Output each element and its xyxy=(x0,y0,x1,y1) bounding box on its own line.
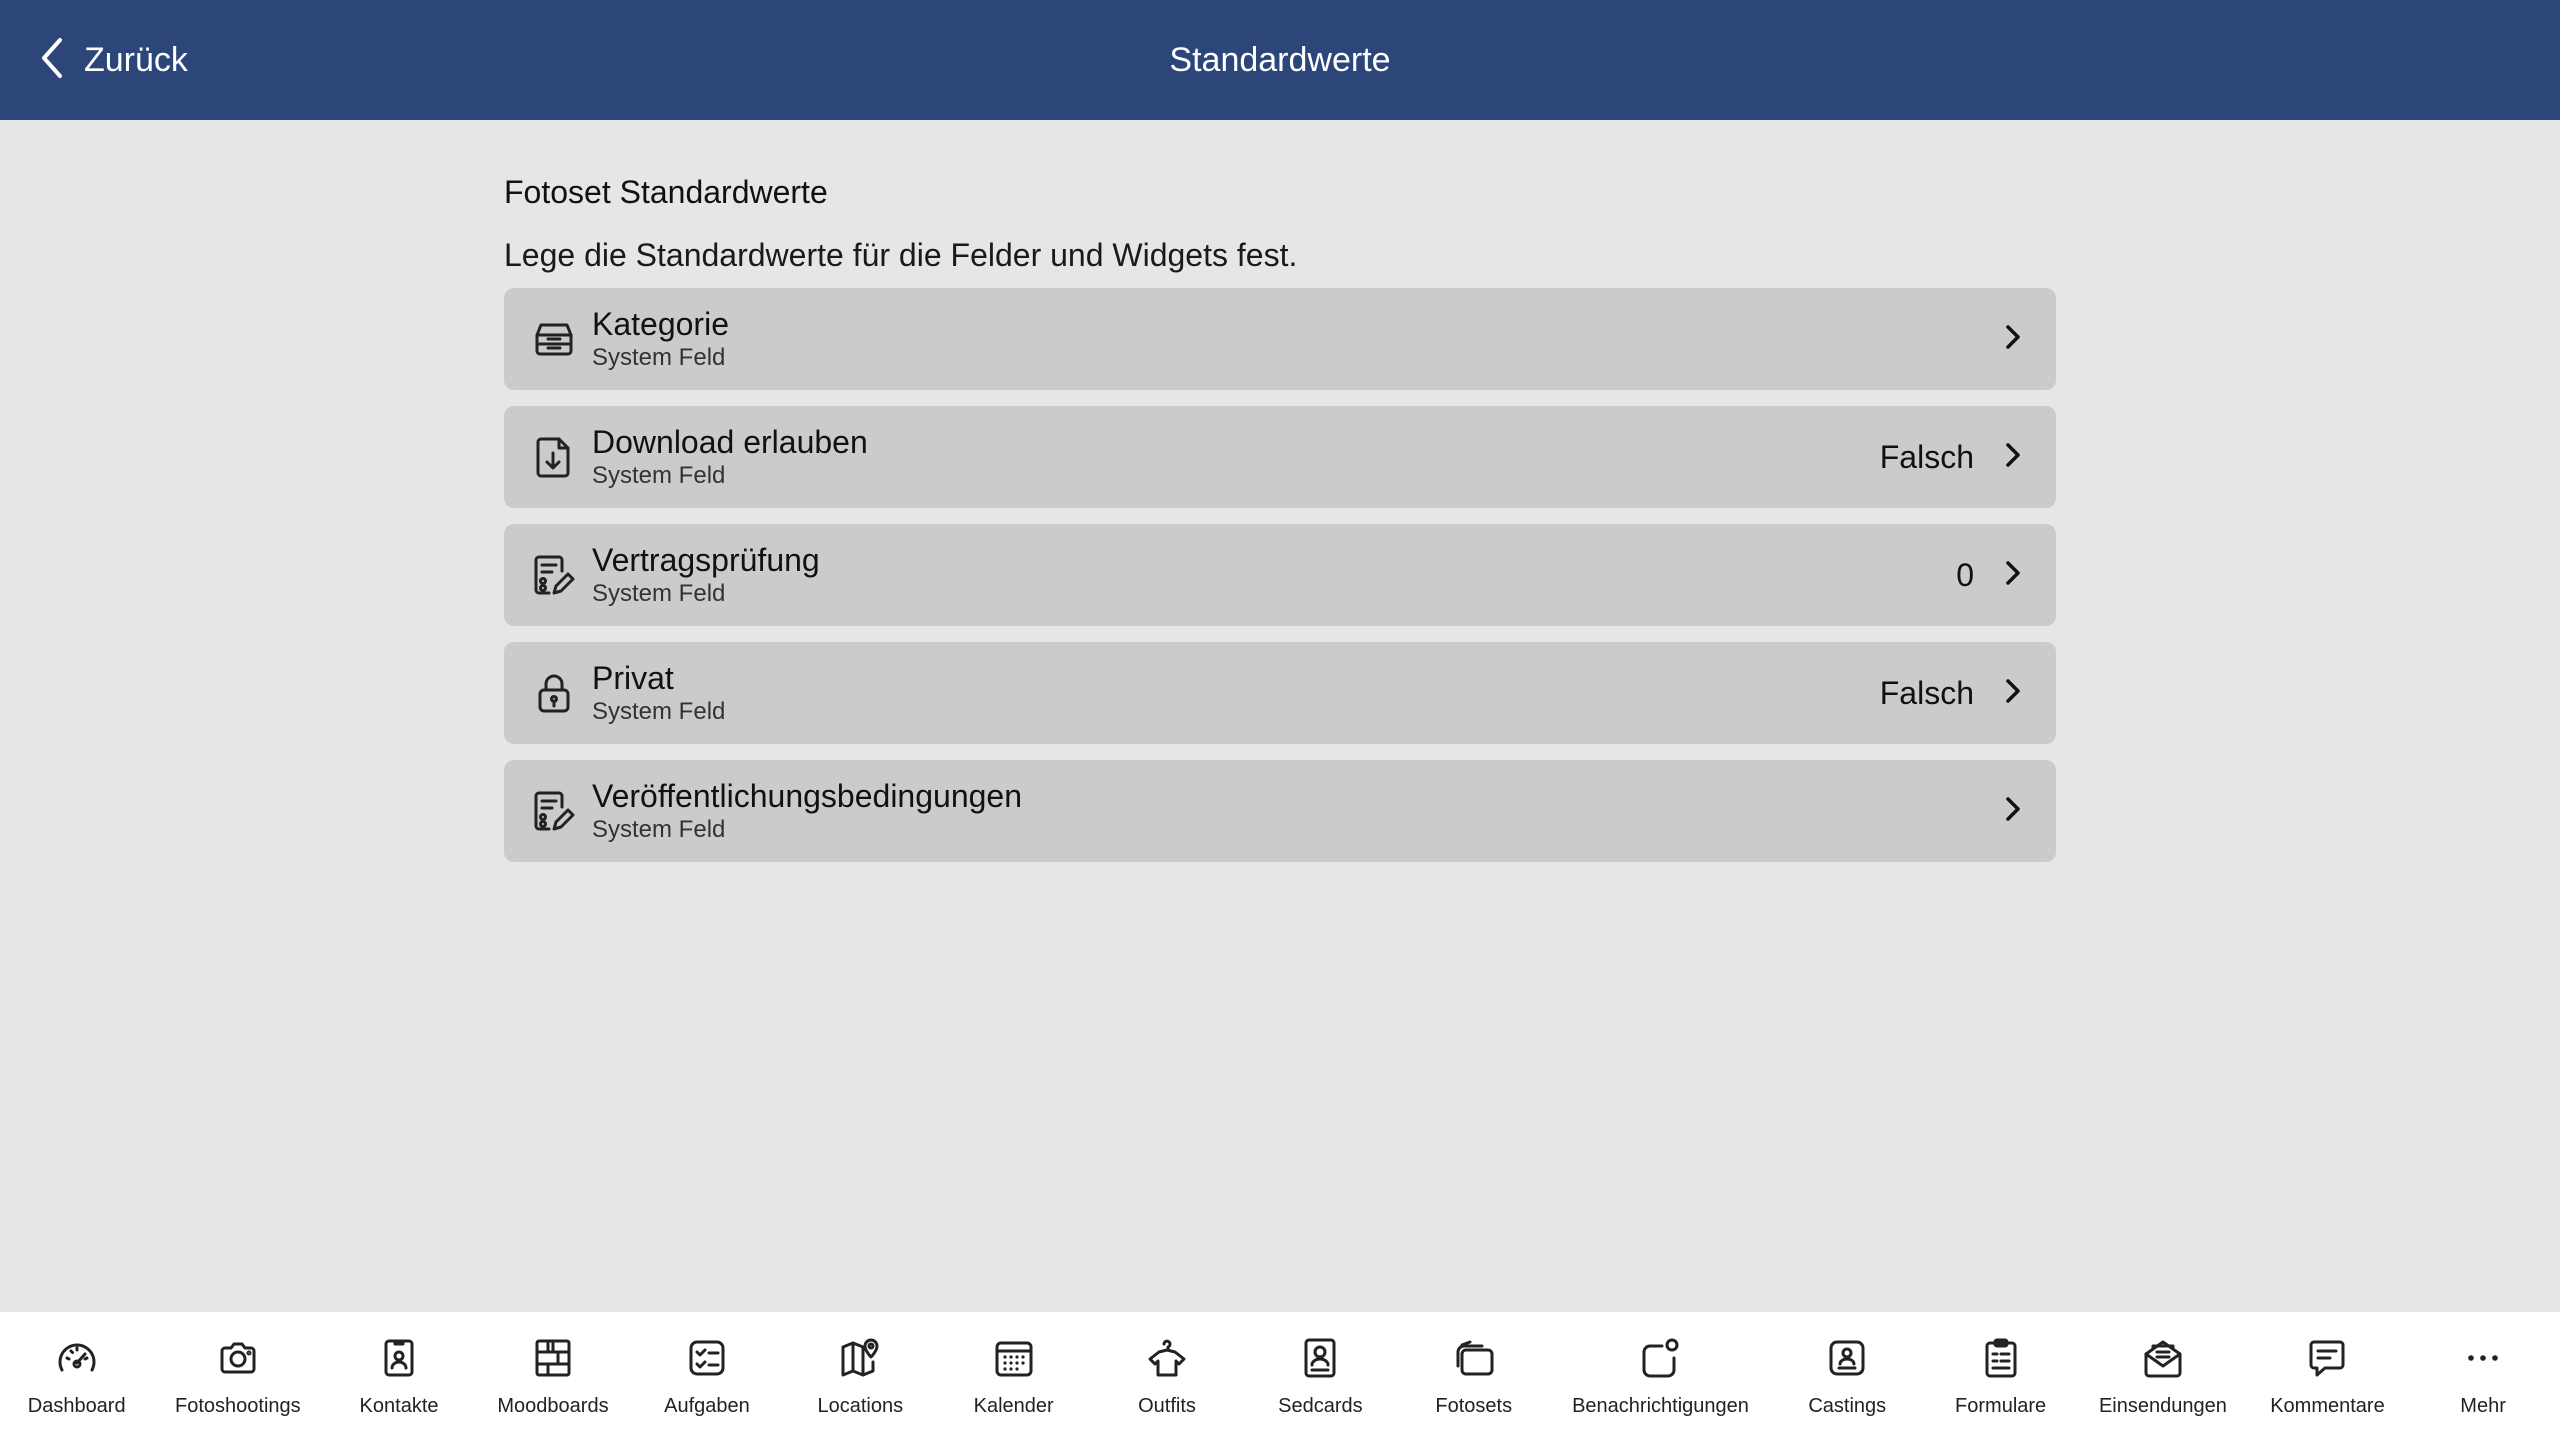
row-right: Falsch xyxy=(1880,642,2022,744)
moodboard-grid-icon xyxy=(531,1336,575,1385)
row-title: Download erlauben xyxy=(592,424,868,460)
row-right xyxy=(2004,760,2022,862)
tab-locations[interactable]: Locations xyxy=(805,1312,915,1418)
row-privat[interactable]: Privat System Feld Falsch xyxy=(504,642,2056,744)
tab-formulare[interactable]: Formulare xyxy=(1946,1312,2056,1418)
back-button[interactable]: Zurück xyxy=(36,30,188,90)
chevron-right-icon xyxy=(2004,323,2022,356)
row-subtitle: System Feld xyxy=(592,698,726,725)
inbox-stack-icon xyxy=(530,315,578,363)
row-title: Veröffentlichungsbedingungen xyxy=(592,778,1022,814)
document-edit-icon xyxy=(530,787,578,835)
tab-aufgaben[interactable]: Aufgaben xyxy=(652,1312,762,1418)
tab-label: Moodboards xyxy=(497,1395,609,1417)
tab-label: Kontakte xyxy=(359,1395,439,1417)
calendar-icon xyxy=(992,1336,1036,1385)
chevron-right-icon xyxy=(2004,795,2022,828)
tab-label: Benachrichtigungen xyxy=(1572,1395,1749,1417)
section-description: Lege die Standardwerte für die Felder un… xyxy=(504,237,1298,273)
row-value: Falsch xyxy=(1879,674,1974,711)
tab-label: Fotoshootings xyxy=(175,1395,301,1417)
row-veroeffentlichungsbedingungen[interactable]: Veröffentlichungsbedingungen System Feld xyxy=(504,760,2056,862)
mail-open-icon xyxy=(2141,1336,2185,1385)
row-text: Download erlauben System Feld xyxy=(592,423,868,491)
speedometer-icon xyxy=(55,1336,99,1385)
tab-kommentare[interactable]: Kommentare xyxy=(2270,1312,2385,1418)
tab-label: Castings xyxy=(1808,1395,1887,1417)
chevron-left-icon xyxy=(36,36,70,85)
row-download-erlauben[interactable]: Download erlauben System Feld Falsch xyxy=(504,406,2056,508)
tab-label: Dashboard xyxy=(27,1395,126,1417)
tab-label: Formulare xyxy=(1955,1395,2047,1417)
tab-mehr[interactable]: Mehr xyxy=(2428,1312,2538,1418)
row-subtitle: System Feld xyxy=(592,344,726,371)
clipboard-form-icon xyxy=(1979,1336,2023,1385)
tab-kontakte[interactable]: Kontakte xyxy=(344,1312,454,1418)
chevron-right-icon xyxy=(2004,441,2022,474)
map-pin-icon xyxy=(838,1336,882,1385)
top-navigation-bar: Zurück Standardwerte xyxy=(0,0,2560,120)
row-right xyxy=(2004,288,2022,390)
file-download-icon xyxy=(530,433,578,481)
chevron-right-icon xyxy=(2004,677,2022,710)
row-subtitle: System Feld xyxy=(592,580,726,607)
row-text: Kategorie System Feld xyxy=(592,305,729,373)
checklist-icon xyxy=(685,1336,729,1385)
tab-fotosets[interactable]: Fotosets xyxy=(1419,1312,1529,1418)
main-content: Fotoset Standardwerte Lege die Standardw… xyxy=(504,160,2056,878)
comment-icon xyxy=(2305,1336,2349,1385)
tab-benachrichtigungen[interactable]: Benachrichtigungen xyxy=(1572,1312,1749,1418)
tab-label: Aufgaben xyxy=(664,1395,750,1417)
more-dots-icon xyxy=(2461,1336,2505,1385)
app: Zurück Standardwerte Fotoset Standardwer… xyxy=(0,0,2560,1440)
page-title: Standardwerte xyxy=(1169,40,1391,79)
row-value: Falsch xyxy=(1879,438,1974,475)
contact-card-icon xyxy=(377,1336,421,1385)
row-vertragspruefung[interactable]: Vertragsprüfung System Feld 0 xyxy=(504,524,2056,626)
row-title: Vertragsprüfung xyxy=(592,542,820,578)
row-text: Veröffentlichungsbedingungen System Feld xyxy=(592,777,1022,845)
row-subtitle: System Feld xyxy=(592,816,726,843)
bottom-tab-bar: Dashboard Fotoshootings Kontakte Moodboa… xyxy=(0,1312,2560,1440)
tab-label: Kalender xyxy=(973,1395,1054,1417)
tab-dashboard[interactable]: Dashboard xyxy=(22,1312,132,1418)
photo-stack-icon xyxy=(1452,1336,1496,1385)
row-text: Vertragsprüfung System Feld xyxy=(592,541,820,609)
row-right: Falsch xyxy=(1880,406,2022,508)
tab-outfits[interactable]: Outfits xyxy=(1112,1312,1222,1418)
row-title: Kategorie xyxy=(592,306,729,342)
tab-label: Sedcards xyxy=(1278,1395,1363,1417)
lock-icon xyxy=(530,669,578,717)
shirt-hanger-icon xyxy=(1145,1336,1189,1385)
section-title: Fotoset Standardwerte xyxy=(504,174,828,210)
tab-label: Fotosets xyxy=(1435,1395,1513,1417)
tab-sedcards[interactable]: Sedcards xyxy=(1265,1312,1375,1418)
tab-einsendungen[interactable]: Einsendungen xyxy=(2099,1312,2227,1418)
row-text: Privat System Feld xyxy=(592,659,725,727)
tab-castings[interactable]: Castings xyxy=(1792,1312,1902,1418)
tab-kalender[interactable]: Kalender xyxy=(959,1312,1069,1418)
tab-label: Kommentare xyxy=(2270,1395,2385,1417)
document-edit-icon xyxy=(530,551,578,599)
camera-icon xyxy=(216,1336,260,1385)
tab-fotoshootings[interactable]: Fotoshootings xyxy=(175,1312,301,1418)
row-title: Privat xyxy=(592,660,674,696)
row-kategorie[interactable]: Kategorie System Feld xyxy=(504,288,2056,390)
casting-badge-icon xyxy=(1825,1336,1869,1385)
row-subtitle: System Feld xyxy=(592,462,726,489)
row-right: 0 xyxy=(1956,524,2022,626)
tab-label: Mehr xyxy=(2460,1395,2506,1417)
tab-label: Locations xyxy=(817,1395,904,1417)
notification-icon xyxy=(1638,1336,1682,1385)
back-label: Zurück xyxy=(84,40,188,79)
tab-label: Einsendungen xyxy=(2098,1395,2227,1417)
tab-moodboards[interactable]: Moodboards xyxy=(497,1312,609,1418)
chevron-right-icon xyxy=(2004,559,2022,592)
defaults-list: Kategorie System Feld Download erlauben … xyxy=(504,288,2056,862)
sedcard-icon xyxy=(1298,1336,1342,1385)
tab-label: Outfits xyxy=(1138,1395,1196,1417)
row-value: 0 xyxy=(1956,556,1974,593)
